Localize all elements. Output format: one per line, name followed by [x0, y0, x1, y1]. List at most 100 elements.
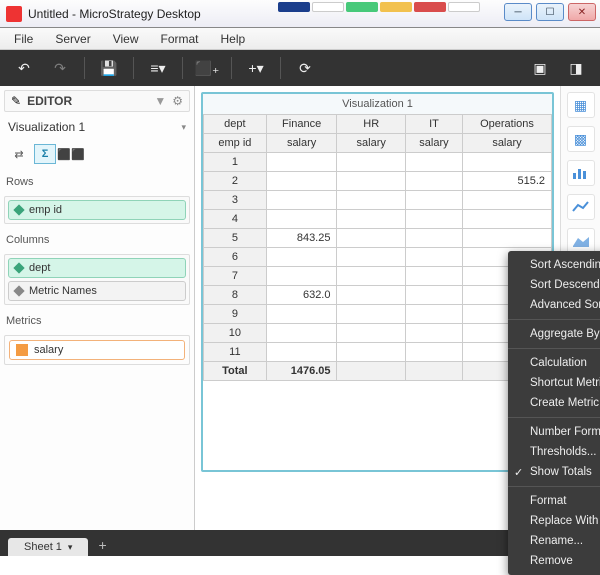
table-row[interactable]: 5 843.25: [204, 229, 552, 248]
cell[interactable]: [337, 343, 405, 362]
cell[interactable]: [266, 324, 337, 343]
chevron-down-icon[interactable]: ▾: [68, 542, 73, 553]
cell[interactable]: [405, 210, 462, 229]
cell[interactable]: [266, 305, 337, 324]
sub-salary[interactable]: salary: [462, 134, 551, 153]
col-finance[interactable]: Finance: [266, 115, 337, 134]
menu-view[interactable]: View: [103, 30, 149, 48]
cell[interactable]: [405, 172, 462, 191]
col-ops[interactable]: Operations: [462, 115, 551, 134]
ctx-sort-desc[interactable]: Sort Descending: [508, 275, 600, 295]
ctx-calculation[interactable]: Calculation▶: [508, 353, 600, 373]
menu-format[interactable]: Format: [150, 30, 208, 48]
save-button[interactable]: 💾: [95, 55, 123, 81]
pill-metricnames[interactable]: Metric Names: [8, 281, 186, 301]
present-button[interactable]: ▣: [526, 55, 554, 81]
bars-icon[interactable]: ⬛⬛: [60, 144, 82, 164]
filter-icon[interactable]: ▼: [154, 94, 166, 108]
table-row[interactable]: 6: [204, 248, 552, 267]
ctx-create-metric[interactable]: Create Metric...: [508, 393, 600, 413]
cell[interactable]: 843.25: [266, 229, 337, 248]
cell[interactable]: [405, 286, 462, 305]
ctx-thresholds[interactable]: Thresholds...: [508, 442, 600, 462]
cell[interactable]: [462, 210, 551, 229]
table-row[interactable]: 8 632.0: [204, 286, 552, 305]
ctx-sort-asc[interactable]: Sort Ascending: [508, 255, 600, 275]
ctx-rename[interactable]: Rename...: [508, 531, 600, 551]
cell[interactable]: [405, 305, 462, 324]
redo-button[interactable]: ↷: [46, 55, 74, 81]
cell[interactable]: [266, 210, 337, 229]
panel-toggle-button[interactable]: ◨: [562, 55, 590, 81]
cell[interactable]: [462, 153, 551, 172]
cell[interactable]: [337, 153, 405, 172]
line-viz-icon[interactable]: [567, 194, 595, 220]
cell[interactable]: [337, 324, 405, 343]
sub-salary[interactable]: salary: [266, 134, 337, 153]
sheet-tab-1[interactable]: Sheet 1 ▾: [8, 538, 88, 556]
ctx-shortcut-metric[interactable]: Shortcut Metric▶: [508, 373, 600, 393]
cell[interactable]: [266, 153, 337, 172]
insert-viz-button[interactable]: ⬛₊: [193, 55, 221, 81]
minimize-button[interactable]: ─: [504, 3, 532, 21]
add-button[interactable]: +▾: [242, 55, 270, 81]
cell[interactable]: [337, 305, 405, 324]
cell[interactable]: [337, 248, 405, 267]
metrics-dropzone[interactable]: salary: [4, 335, 190, 365]
menu-file[interactable]: File: [4, 30, 43, 48]
cell[interactable]: [462, 191, 551, 210]
cell[interactable]: [266, 267, 337, 286]
cell[interactable]: [266, 172, 337, 191]
table-row[interactable]: 7 722.5: [204, 267, 552, 286]
ctx-aggregate-by[interactable]: Aggregate By▶: [508, 324, 600, 344]
close-button[interactable]: ✕: [568, 3, 596, 21]
swap-icon[interactable]: ⇄: [8, 144, 30, 164]
table-row[interactable]: 1: [204, 153, 552, 172]
rows-dropzone[interactable]: emp id: [4, 196, 190, 224]
cell[interactable]: 632.0: [266, 286, 337, 305]
cell[interactable]: [405, 248, 462, 267]
cell[interactable]: [337, 229, 405, 248]
sub-salary[interactable]: salary: [405, 134, 462, 153]
cell[interactable]: 515.2: [462, 172, 551, 191]
cell[interactable]: [405, 267, 462, 286]
col-dept[interactable]: dept: [204, 115, 267, 134]
add-sheet-button[interactable]: +: [90, 534, 114, 556]
pill-empid[interactable]: emp id: [8, 200, 186, 220]
undo-button[interactable]: ↶: [10, 55, 38, 81]
ctx-adv-sort[interactable]: Advanced Sort...: [508, 295, 600, 315]
cell[interactable]: [337, 286, 405, 305]
heatmap-viz-icon[interactable]: ▩: [567, 126, 595, 152]
table-row[interactable]: 10: [204, 324, 552, 343]
cell[interactable]: [337, 191, 405, 210]
cell[interactable]: [337, 172, 405, 191]
grid-viz-icon[interactable]: ▦: [567, 92, 595, 118]
cell[interactable]: [266, 191, 337, 210]
cell[interactable]: [405, 229, 462, 248]
refresh-button[interactable]: ⟳: [291, 55, 319, 81]
table-row[interactable]: 3: [204, 191, 552, 210]
data-grid[interactable]: dept Finance HR IT Operations emp id sal…: [203, 114, 552, 381]
cell[interactable]: [337, 267, 405, 286]
cell[interactable]: [405, 153, 462, 172]
cell[interactable]: [405, 343, 462, 362]
cell[interactable]: [405, 191, 462, 210]
sigma-icon[interactable]: Σ: [34, 144, 56, 164]
col-it[interactable]: IT: [405, 115, 462, 134]
pill-salary[interactable]: salary: [9, 340, 185, 360]
col-hr[interactable]: HR: [337, 115, 405, 134]
pill-dept[interactable]: dept: [8, 258, 186, 278]
menu-help[interactable]: Help: [211, 30, 256, 48]
menu-server[interactable]: Server: [45, 30, 100, 48]
table-row[interactable]: 4: [204, 210, 552, 229]
cell[interactable]: [405, 324, 462, 343]
cell[interactable]: [462, 229, 551, 248]
columns-dropzone[interactable]: dept Metric Names: [4, 254, 190, 305]
data-button[interactable]: ≡▾: [144, 55, 172, 81]
cell[interactable]: [266, 248, 337, 267]
viz-selector[interactable]: Visualization 1 ▾: [4, 118, 190, 136]
sub-salary[interactable]: salary: [337, 134, 405, 153]
gear-icon[interactable]: ⚙: [172, 94, 183, 108]
ctx-remove[interactable]: Remove: [508, 551, 600, 571]
ctx-format[interactable]: Format: [508, 491, 600, 511]
